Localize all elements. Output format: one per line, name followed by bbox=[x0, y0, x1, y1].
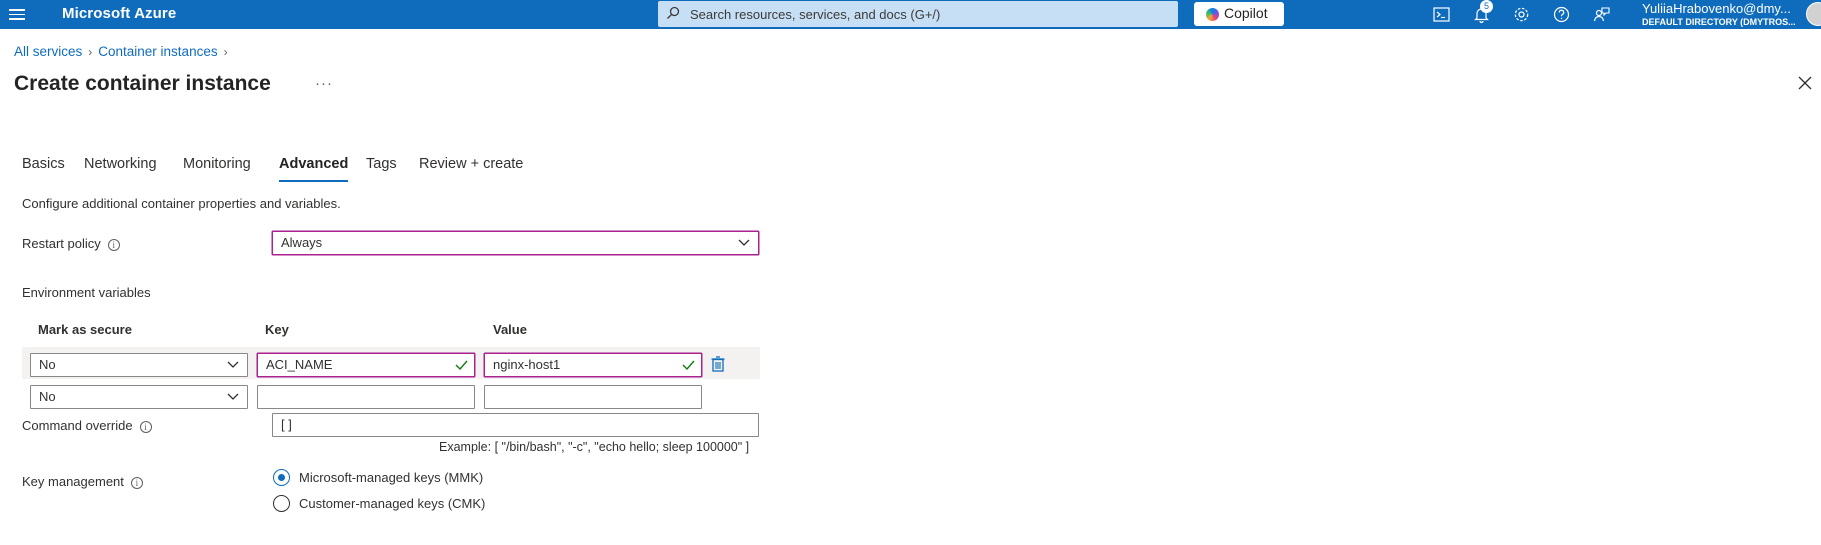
command-override-label: Command override i bbox=[22, 418, 152, 433]
breadcrumb-all-services[interactable]: All services bbox=[14, 44, 82, 59]
user-account[interactable]: YuliiaHrabovenko@dmy... DEFAULT DIRECTOR… bbox=[1642, 1, 1796, 27]
tab-networking[interactable]: Networking bbox=[84, 156, 157, 172]
env-value-input[interactable] bbox=[484, 385, 702, 409]
command-override-label-text: Command override bbox=[22, 418, 133, 433]
search-input[interactable] bbox=[688, 4, 1168, 24]
restart-policy-value: Always bbox=[281, 235, 323, 250]
section-description: Configure additional container propertie… bbox=[22, 196, 341, 211]
page-title: Create container instance bbox=[14, 72, 271, 95]
chevron-right-icon: › bbox=[223, 45, 228, 59]
env-secure-dropdown[interactable]: No bbox=[30, 353, 248, 377]
restart-policy-label: Restart policy i bbox=[22, 236, 120, 251]
column-header-value: Value bbox=[493, 322, 527, 337]
tab-advanced[interactable]: Advanced bbox=[279, 156, 349, 182]
radio-cmk[interactable]: Customer-managed keys (CMK) bbox=[273, 495, 513, 513]
chevron-down-icon bbox=[227, 393, 239, 400]
radio-mmk[interactable]: Microsoft-managed keys (MMK) bbox=[273, 469, 513, 487]
brand-name[interactable]: Microsoft Azure bbox=[62, 5, 176, 22]
env-secure-value: No bbox=[39, 357, 56, 372]
radio-selected-icon bbox=[273, 469, 290, 486]
tab-monitoring[interactable]: Monitoring bbox=[183, 156, 251, 172]
command-override-example: Example: [ "/bin/bash", "-c", "echo hell… bbox=[439, 440, 750, 454]
chevron-right-icon: › bbox=[88, 45, 93, 59]
radio-unselected-icon bbox=[273, 495, 290, 512]
gear-icon[interactable] bbox=[1512, 5, 1531, 24]
cloud-shell-icon[interactable] bbox=[1432, 5, 1451, 24]
env-value-value: nginx-host1 bbox=[493, 357, 561, 372]
copilot-icon bbox=[1206, 8, 1219, 21]
hamburger-menu-icon[interactable] bbox=[9, 6, 25, 22]
chevron-down-icon bbox=[227, 361, 239, 368]
avatar[interactable] bbox=[1806, 2, 1821, 26]
delete-icon[interactable] bbox=[711, 356, 725, 372]
key-management-label-text: Key management bbox=[22, 474, 124, 489]
checkmark-icon bbox=[455, 360, 468, 371]
tab-tags[interactable]: Tags bbox=[366, 156, 397, 172]
env-secure-value: No bbox=[39, 389, 56, 404]
env-key-value: ACI_NAME bbox=[266, 357, 333, 372]
command-override-input[interactable]: [ ] bbox=[272, 413, 759, 437]
notification-badge: 5 bbox=[1480, 0, 1493, 13]
radio-mmk-label: Microsoft-managed keys (MMK) bbox=[299, 470, 484, 485]
tab-review-create[interactable]: Review + create bbox=[419, 156, 523, 172]
tab-basics[interactable]: Basics bbox=[22, 156, 65, 172]
env-key-input[interactable] bbox=[257, 385, 475, 409]
column-header-secure: Mark as secure bbox=[38, 322, 132, 337]
env-secure-dropdown[interactable]: No bbox=[30, 385, 248, 409]
top-bar: Microsoft Azure Copilot 5 YuliiaHraboven… bbox=[0, 0, 1821, 29]
column-header-key: Key bbox=[265, 322, 289, 337]
feedback-icon[interactable] bbox=[1592, 5, 1611, 24]
global-search[interactable] bbox=[658, 1, 1178, 27]
restart-policy-label-text: Restart policy bbox=[22, 236, 101, 251]
info-icon[interactable]: i bbox=[107, 238, 120, 251]
breadcrumb: All services › Container instances › bbox=[14, 44, 234, 59]
user-directory: DEFAULT DIRECTORY (DMYTROS... bbox=[1642, 17, 1796, 27]
info-icon[interactable]: i bbox=[139, 420, 152, 433]
checkmark-icon bbox=[682, 360, 695, 371]
env-vars-label: Environment variables bbox=[22, 285, 151, 300]
search-icon bbox=[667, 6, 680, 19]
copilot-button[interactable]: Copilot bbox=[1194, 2, 1284, 26]
chevron-down-icon bbox=[738, 239, 750, 246]
help-icon[interactable] bbox=[1552, 5, 1571, 24]
env-value-input[interactable]: nginx-host1 bbox=[484, 353, 702, 377]
copilot-label: Copilot bbox=[1224, 5, 1268, 21]
radio-cmk-label: Customer-managed keys (CMK) bbox=[299, 496, 486, 511]
env-key-input[interactable]: ACI_NAME bbox=[257, 353, 475, 377]
key-management-label: Key management i bbox=[22, 474, 143, 489]
user-name: YuliiaHrabovenko@dmy... bbox=[1642, 1, 1791, 16]
command-override-value: [ ] bbox=[281, 417, 292, 432]
more-options-icon[interactable]: ··· bbox=[315, 75, 333, 92]
close-icon[interactable] bbox=[1798, 76, 1812, 90]
restart-policy-dropdown[interactable]: Always bbox=[272, 231, 759, 255]
breadcrumb-container-instances[interactable]: Container instances bbox=[98, 44, 217, 59]
info-icon[interactable]: i bbox=[130, 476, 143, 489]
